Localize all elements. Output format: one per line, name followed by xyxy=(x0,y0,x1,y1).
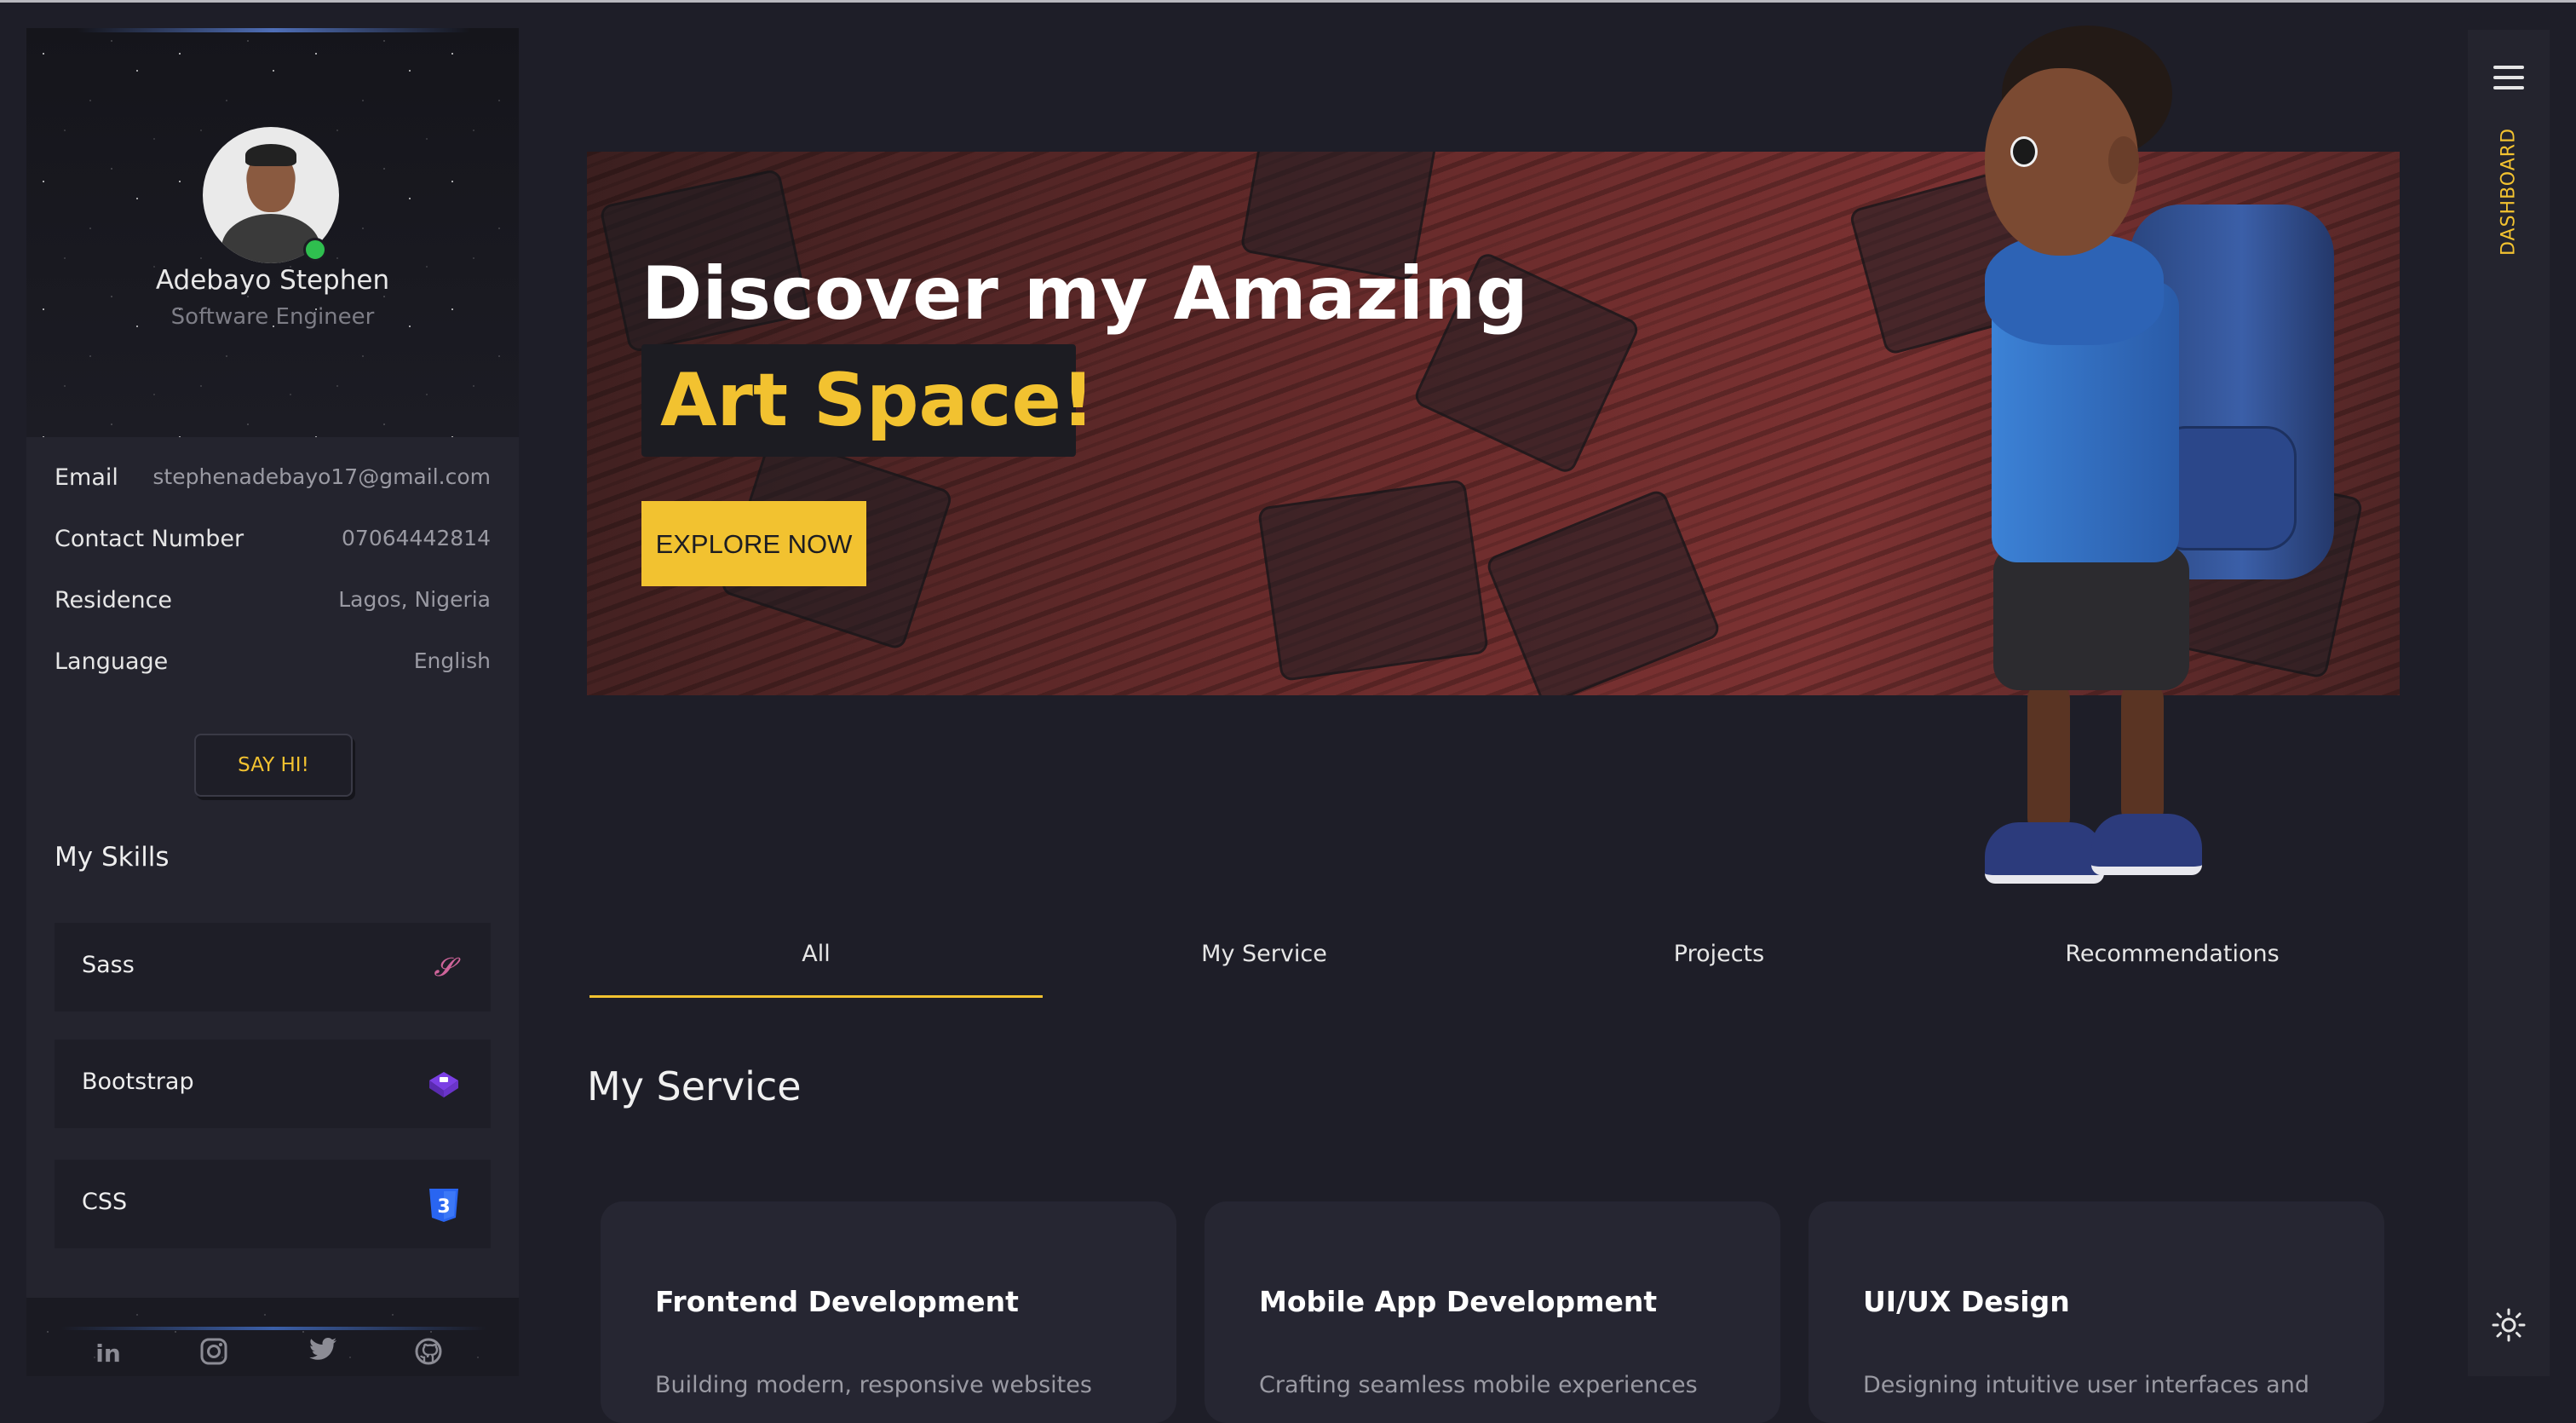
info-label: Residence xyxy=(55,587,173,614)
linkedin-icon[interactable]: in xyxy=(91,1337,125,1371)
language-value: English xyxy=(413,648,491,673)
profile-sidebar: Adebayo Stephen Software Engineer Email … xyxy=(26,28,519,1376)
card-description: Crafting seamless mobile experiences xyxy=(1259,1372,1698,1398)
info-row-email: Email stephenadebayo17@gmail.com xyxy=(55,464,491,498)
character-shoe xyxy=(1985,822,2104,884)
css3-icon: 3 xyxy=(424,1185,463,1224)
skill-item-sass: Sass 𝓢 xyxy=(55,923,491,1011)
profile-role: Software Engineer xyxy=(170,304,375,330)
social-glow xyxy=(60,1327,486,1330)
hero-title-highlight: Art Space! xyxy=(660,358,1095,443)
instagram-icon[interactable] xyxy=(197,1337,231,1371)
residence-value: Lagos, Nigeria xyxy=(338,587,491,612)
card-title: Frontend Development xyxy=(655,1285,1019,1318)
skill-item-css: CSS 3 xyxy=(55,1160,491,1248)
tab-recommendations[interactable]: Recommendations xyxy=(1946,936,2399,995)
skills-title: My Skills xyxy=(55,842,170,873)
twitter-icon[interactable] xyxy=(306,1337,340,1371)
character-shoe xyxy=(2091,814,2202,875)
info-label: Contact Number xyxy=(55,526,244,552)
skill-item-bootstrap: Bootstrap xyxy=(55,1040,491,1128)
character-ear xyxy=(2108,136,2139,184)
services-section-title: My Service xyxy=(587,1063,802,1109)
skill-label: CSS xyxy=(82,1189,128,1215)
sun-icon[interactable] xyxy=(2492,1308,2526,1342)
profile-name: Adebayo Stephen xyxy=(155,265,390,296)
service-card-mobile[interactable]: Mobile App Development Crafting seamless… xyxy=(1205,1201,1780,1423)
tab-projects[interactable]: Projects xyxy=(1492,936,1946,995)
info-row-language: Language English xyxy=(55,648,491,683)
online-status-indicator xyxy=(303,238,327,262)
service-card-frontend[interactable]: Frontend Development Building modern, re… xyxy=(601,1201,1176,1423)
contact-value: 07064442814 xyxy=(342,526,491,550)
skill-label: Sass xyxy=(82,952,135,978)
bootstrap-icon xyxy=(424,1065,463,1104)
email-value[interactable]: stephenadebayo17@gmail.com xyxy=(152,464,491,489)
character-illustration xyxy=(1951,26,2360,884)
card-title: Mobile App Development xyxy=(1259,1285,1658,1318)
info-row-contact: Contact Number 07064442814 xyxy=(55,526,491,560)
github-icon[interactable] xyxy=(411,1337,446,1371)
character-eye xyxy=(2010,136,2038,167)
service-card-uiux[interactable]: UI/UX Design Designing intuitive user in… xyxy=(1808,1201,2384,1423)
profile-glow xyxy=(78,28,469,32)
right-navigation-rail: DASHBOARD xyxy=(2468,30,2550,1376)
window-top-border xyxy=(0,0,2576,3)
hero-title: Discover my Amazing xyxy=(641,251,1528,337)
character-leg xyxy=(2121,682,2164,827)
sass-icon: 𝓢 xyxy=(434,953,454,982)
skill-label: Bootstrap xyxy=(82,1069,194,1095)
card-description: Building modern, responsive websites xyxy=(655,1372,1092,1398)
tab-my-service[interactable]: My Service xyxy=(1038,936,1491,995)
social-links-bar: in xyxy=(26,1298,519,1376)
explore-now-button[interactable]: EXPLORE NOW xyxy=(641,501,866,586)
keycap-decoration xyxy=(1256,478,1490,683)
avatar-hair xyxy=(245,144,296,166)
card-description: Designing intuitive user interfaces and xyxy=(1863,1372,2309,1398)
keycap-decoration xyxy=(1484,487,1722,695)
hamburger-menu-icon[interactable] xyxy=(2493,66,2524,91)
info-row-residence: Residence Lagos, Nigeria xyxy=(55,587,491,621)
profile-header: Adebayo Stephen Software Engineer xyxy=(26,28,519,437)
info-label: Language xyxy=(55,648,169,675)
svg-text:3: 3 xyxy=(437,1196,450,1218)
info-label: Email xyxy=(55,464,118,491)
say-hi-button[interactable]: SAY HI! xyxy=(194,734,353,797)
character-shorts xyxy=(1993,545,2189,690)
character-leg xyxy=(2027,682,2070,835)
dashboard-nav-link[interactable]: DASHBOARD xyxy=(2498,128,2520,256)
card-title: UI/UX Design xyxy=(1863,1285,2070,1318)
tab-all[interactable]: All xyxy=(589,936,1043,998)
